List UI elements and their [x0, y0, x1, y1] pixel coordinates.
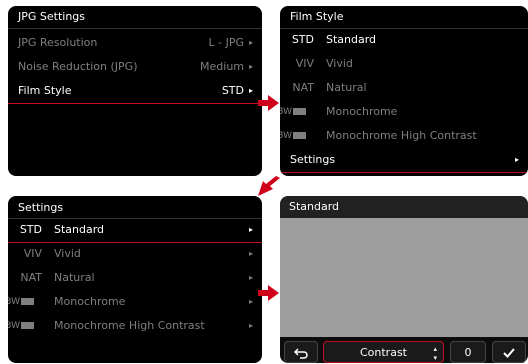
chevron-right-icon: ▸ [248, 62, 253, 71]
panel-settings: Settings STD Standard ▸ VIV Vivid ▸ NAT … [8, 196, 262, 363]
arrow-down-left-icon [258, 176, 280, 196]
panel-title: Standard [289, 200, 340, 213]
style-name: Monochrome High Contrast [326, 129, 477, 142]
updown-icon: ▴ ▾ [433, 345, 437, 362]
menu-item-label: Settings [290, 153, 336, 166]
style-name: Standard [54, 223, 105, 236]
style-name: Monochrome High Contrast [54, 319, 205, 332]
arrow-right-icon [258, 95, 279, 111]
parameter-value: 0 [464, 346, 472, 359]
preview-area [280, 218, 528, 339]
panel-title: JPG Settings [18, 10, 86, 23]
chevron-right-icon: ▸ [514, 155, 519, 164]
panel-film-style: Film Style STD Standard VIV Vivid NAT Na… [280, 6, 528, 176]
confirm-button[interactable] [492, 341, 526, 363]
list-item-monochrome-high-contrast[interactable]: BW Monochrome High Contrast [280, 124, 528, 148]
menu-item-value: L - JPG [208, 36, 245, 49]
panel-standard-adjust: Standard [280, 196, 528, 363]
list-item-monochrome-high-contrast[interactable]: BW Monochrome High Contrast ▸ [8, 314, 262, 338]
monochrome-icon: BW [280, 100, 306, 124]
menu-item-jpg-resolution[interactable]: JPG Resolution L - JPG ▸ [8, 31, 262, 55]
list-item-standard[interactable]: STD Standard [280, 28, 528, 52]
monochrome-hc-icon: BW [280, 124, 306, 148]
chevron-right-icon: ▸ [248, 249, 253, 258]
title-bar: Standard [280, 196, 528, 218]
list-item-natural[interactable]: NAT Natural ▸ [8, 266, 262, 290]
parameter-label: Contrast [359, 346, 407, 359]
style-code: NAT [20, 271, 42, 284]
menu-item-value: STD [221, 84, 244, 97]
back-arrow-icon [293, 348, 308, 359]
menu-item-noise-reduction[interactable]: Noise Reduction (JPG) Medium ▸ [8, 55, 262, 79]
panel-jpg-settings: JPG Settings JPG Resolution L - JPG ▸ No… [8, 6, 262, 176]
chevron-right-icon: ▸ [248, 225, 253, 234]
style-name: Natural [326, 81, 367, 94]
panel-title: Settings [18, 201, 64, 214]
menu-item-settings[interactable]: Settings ▸ [280, 148, 528, 173]
list-item-monochrome[interactable]: BW Monochrome [280, 100, 528, 124]
panel-title: Film Style [290, 10, 344, 23]
style-name: Standard [326, 33, 377, 46]
menu-item-film-style[interactable]: Film Style STD ▸ [8, 79, 262, 104]
style-code: STD [19, 223, 42, 236]
style-name: Vivid [326, 57, 353, 70]
style-code: STD [291, 33, 314, 46]
list-item-vivid[interactable]: VIV Vivid ▸ [8, 242, 262, 266]
style-name: Vivid [54, 247, 81, 260]
monochrome-icon: BW [8, 290, 34, 314]
contrast-selector[interactable]: Contrast ▴ ▾ [323, 341, 444, 363]
menu-item-value: Medium [200, 60, 244, 73]
monochrome-hc-icon: BW [8, 314, 34, 338]
chevron-right-icon: ▸ [248, 321, 253, 330]
chevron-right-icon: ▸ [248, 38, 253, 47]
checkmark-icon [503, 348, 515, 358]
menu-item-label: Film Style [18, 84, 72, 97]
menu-item-label: JPG Resolution [18, 36, 98, 49]
style-name: Monochrome [54, 295, 126, 308]
chevron-right-icon: ▸ [248, 86, 253, 95]
list-item-natural[interactable]: NAT Natural [280, 76, 528, 100]
arrow-right-icon [258, 285, 279, 301]
style-code: VIV [295, 57, 314, 70]
list-item-monochrome[interactable]: BW Monochrome ▸ [8, 290, 262, 314]
back-button[interactable] [284, 341, 318, 363]
list-item-standard[interactable]: STD Standard ▸ [8, 218, 262, 243]
chevron-right-icon: ▸ [248, 273, 253, 282]
style-name: Natural [54, 271, 95, 284]
style-code: NAT [292, 81, 314, 94]
chevron-right-icon: ▸ [248, 297, 253, 306]
divider [8, 28, 262, 29]
style-name: Monochrome [326, 105, 398, 118]
style-code: VIV [23, 247, 42, 260]
list-item-vivid[interactable]: VIV Vivid [280, 52, 528, 76]
menu-item-label: Noise Reduction (JPG) [18, 60, 138, 73]
value-field[interactable]: 0 [450, 341, 486, 363]
